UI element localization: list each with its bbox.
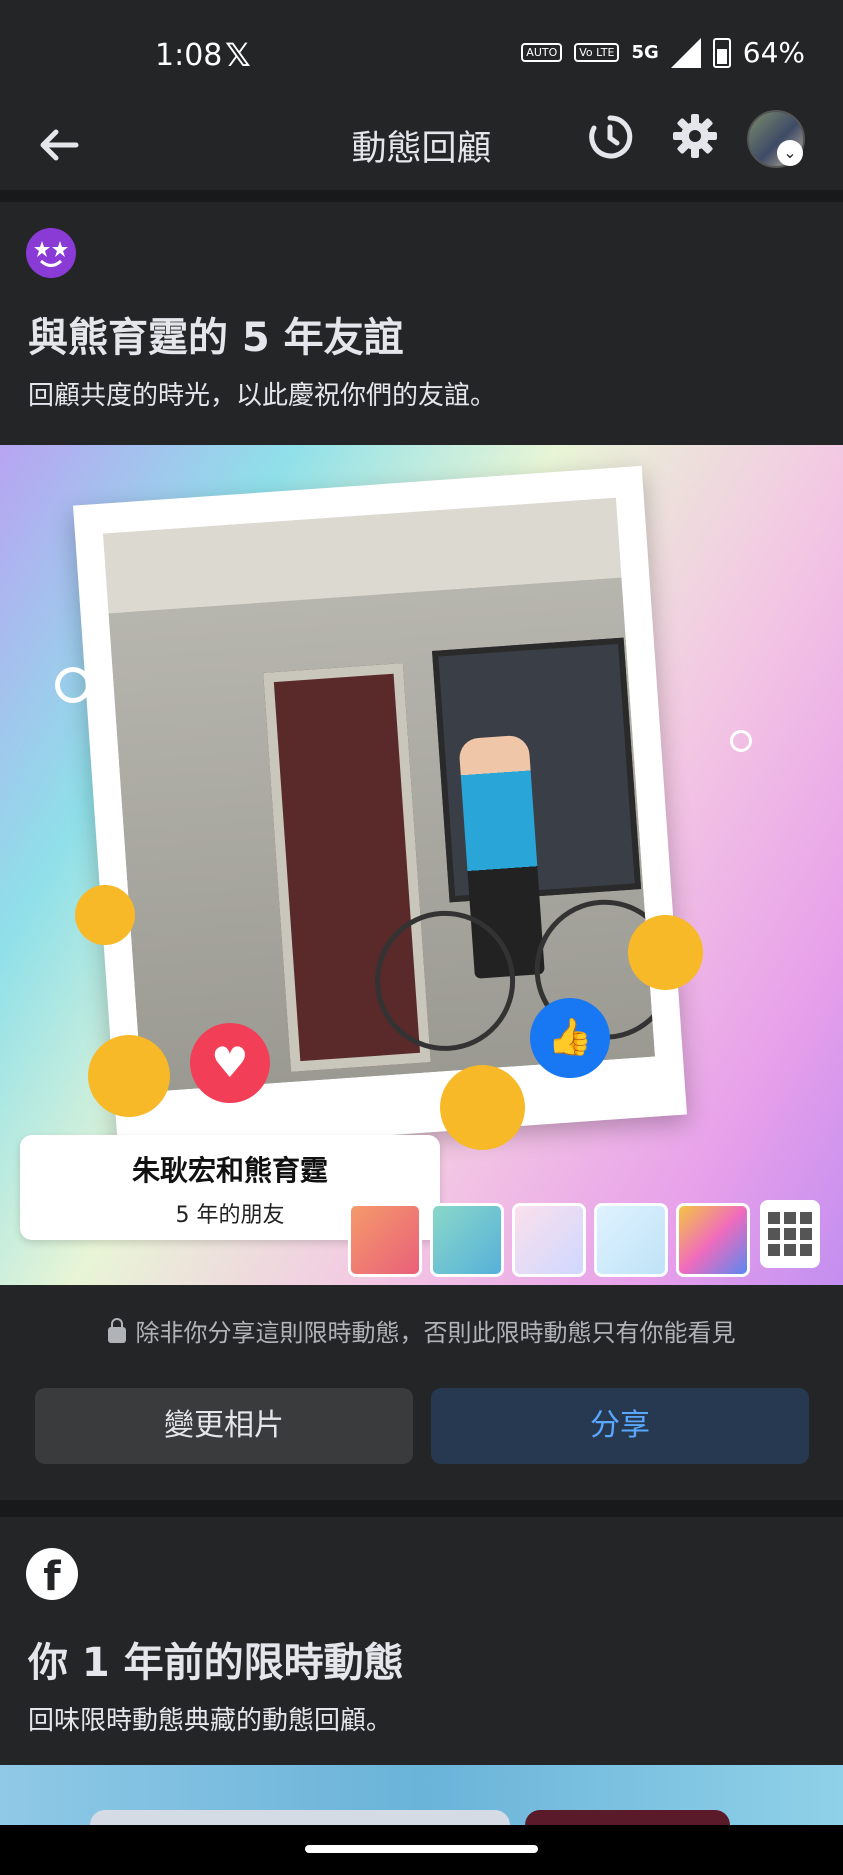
privacy-note: 除非你分享這則限時動態，否則此限時動態只有你能看見 [0, 1313, 843, 1348]
auto-badge: AUTO [521, 43, 563, 62]
heart-icon: ♥ [190, 1023, 270, 1103]
care-emoji-icon [628, 915, 703, 990]
history-icon[interactable] [585, 112, 635, 162]
friendship-heading: 與熊育霆的 5 年友誼 [28, 315, 404, 361]
privacy-text: 除非你分享這則限時動態，否則此限時動態只有你能看見 [135, 1319, 736, 1347]
x-logo-icon: 𝕏 [225, 36, 251, 74]
theme-picker [348, 1203, 750, 1277]
gear-icon[interactable] [671, 112, 719, 160]
battery-percent: 64% [742, 36, 805, 69]
theme-thumb[interactable] [512, 1203, 586, 1277]
theme-thumb[interactable] [430, 1203, 504, 1277]
decoration-ring [55, 667, 91, 703]
theme-thumb[interactable] [594, 1203, 668, 1277]
share-button[interactable]: 分享 [431, 1388, 809, 1464]
network-label: 5G [631, 42, 659, 63]
like-thumb-icon: 👍 [530, 998, 610, 1078]
volte-badge: Vo LTE [574, 43, 620, 62]
theme-thumb[interactable] [676, 1203, 750, 1277]
battery-icon [712, 37, 731, 68]
haha-emoji-icon [440, 1065, 525, 1150]
grid-icon[interactable] [760, 1200, 820, 1268]
status-bar: 1:08 𝕏 AUTO Vo LTE 5G 64% [0, 0, 843, 100]
memories-subheading: 回味限時動態典藏的動態回顧。 [28, 1706, 393, 1736]
wow-emoji-icon [88, 1035, 170, 1117]
system-nav-bar [0, 1825, 843, 1875]
home-handle[interactable] [305, 1845, 538, 1853]
decoration-ring [730, 730, 752, 752]
chevron-down-icon[interactable]: ⌄ [777, 140, 803, 166]
memories-heading: 你 1 年前的限時動態 [28, 1640, 404, 1686]
app-bar: 動態回顧 ⌄ [0, 100, 843, 202]
star-struck-icon [26, 228, 76, 278]
lock-icon [107, 1318, 126, 1343]
theme-thumb[interactable] [348, 1203, 422, 1277]
change-photo-button[interactable]: 變更相片 [35, 1388, 413, 1464]
care-emoji-icon [75, 885, 135, 945]
story-preview[interactable]: ♥ 👍 朱耿宏和熊育霆 5 年的朋友 [0, 445, 843, 1285]
facebook-logo-icon: f [26, 1548, 78, 1600]
status-time: 1:08 [155, 38, 223, 73]
status-indicators: AUTO Vo LTE 5G 64% [521, 36, 805, 69]
friendship-subheading: 回顧共度的時光，以此慶祝你們的友誼。 [28, 381, 497, 411]
divider [0, 1500, 843, 1517]
memories-preview[interactable] [0, 1765, 843, 1840]
caption-title: 朱耿宏和熊育霆 [131, 1154, 328, 1187]
signal-icon [670, 37, 701, 68]
